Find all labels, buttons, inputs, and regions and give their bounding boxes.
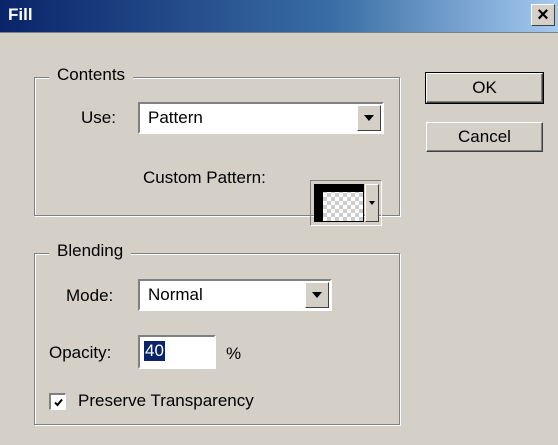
blending-group-label: Blending	[49, 241, 132, 261]
pattern-picker-arrow[interactable]	[365, 184, 379, 222]
mode-label: Mode:	[66, 286, 114, 305]
use-dropdown-arrow[interactable]	[357, 105, 381, 131]
contents-group-label: Contents	[49, 65, 134, 85]
ok-button[interactable]: OK	[425, 72, 544, 104]
use-dropdown[interactable]: Pattern	[138, 102, 384, 134]
chevron-down-icon	[312, 292, 322, 298]
mode-dropdown-value: Normal	[148, 285, 203, 304]
close-icon: ×	[537, 4, 549, 26]
title-bar: Fill ×	[0, 0, 558, 33]
custom-pattern-label: Custom Pattern:	[143, 168, 266, 187]
custom-pattern-picker[interactable]	[310, 180, 382, 226]
opacity-label: Opacity:	[49, 343, 112, 362]
opacity-value: 40	[144, 341, 165, 361]
mode-dropdown[interactable]: Normal	[138, 279, 332, 311]
opacity-input[interactable]: 40	[138, 335, 216, 369]
chevron-down-icon	[364, 115, 374, 121]
use-dropdown-value: Pattern	[148, 108, 203, 127]
use-label: Use:	[81, 108, 116, 127]
window-title: Fill	[8, 5, 33, 24]
close-button[interactable]: ×	[531, 4, 555, 26]
opacity-unit: %	[226, 344, 242, 363]
pattern-swatch-icon	[314, 184, 364, 222]
preserve-transparency-label[interactable]: Preserve Transparency	[78, 391, 254, 411]
chevron-down-icon	[369, 201, 375, 205]
checkmark-icon	[53, 398, 63, 406]
mode-dropdown-arrow[interactable]	[305, 282, 329, 308]
cancel-button[interactable]: Cancel	[426, 122, 543, 152]
preserve-transparency-checkbox[interactable]	[49, 393, 66, 410]
